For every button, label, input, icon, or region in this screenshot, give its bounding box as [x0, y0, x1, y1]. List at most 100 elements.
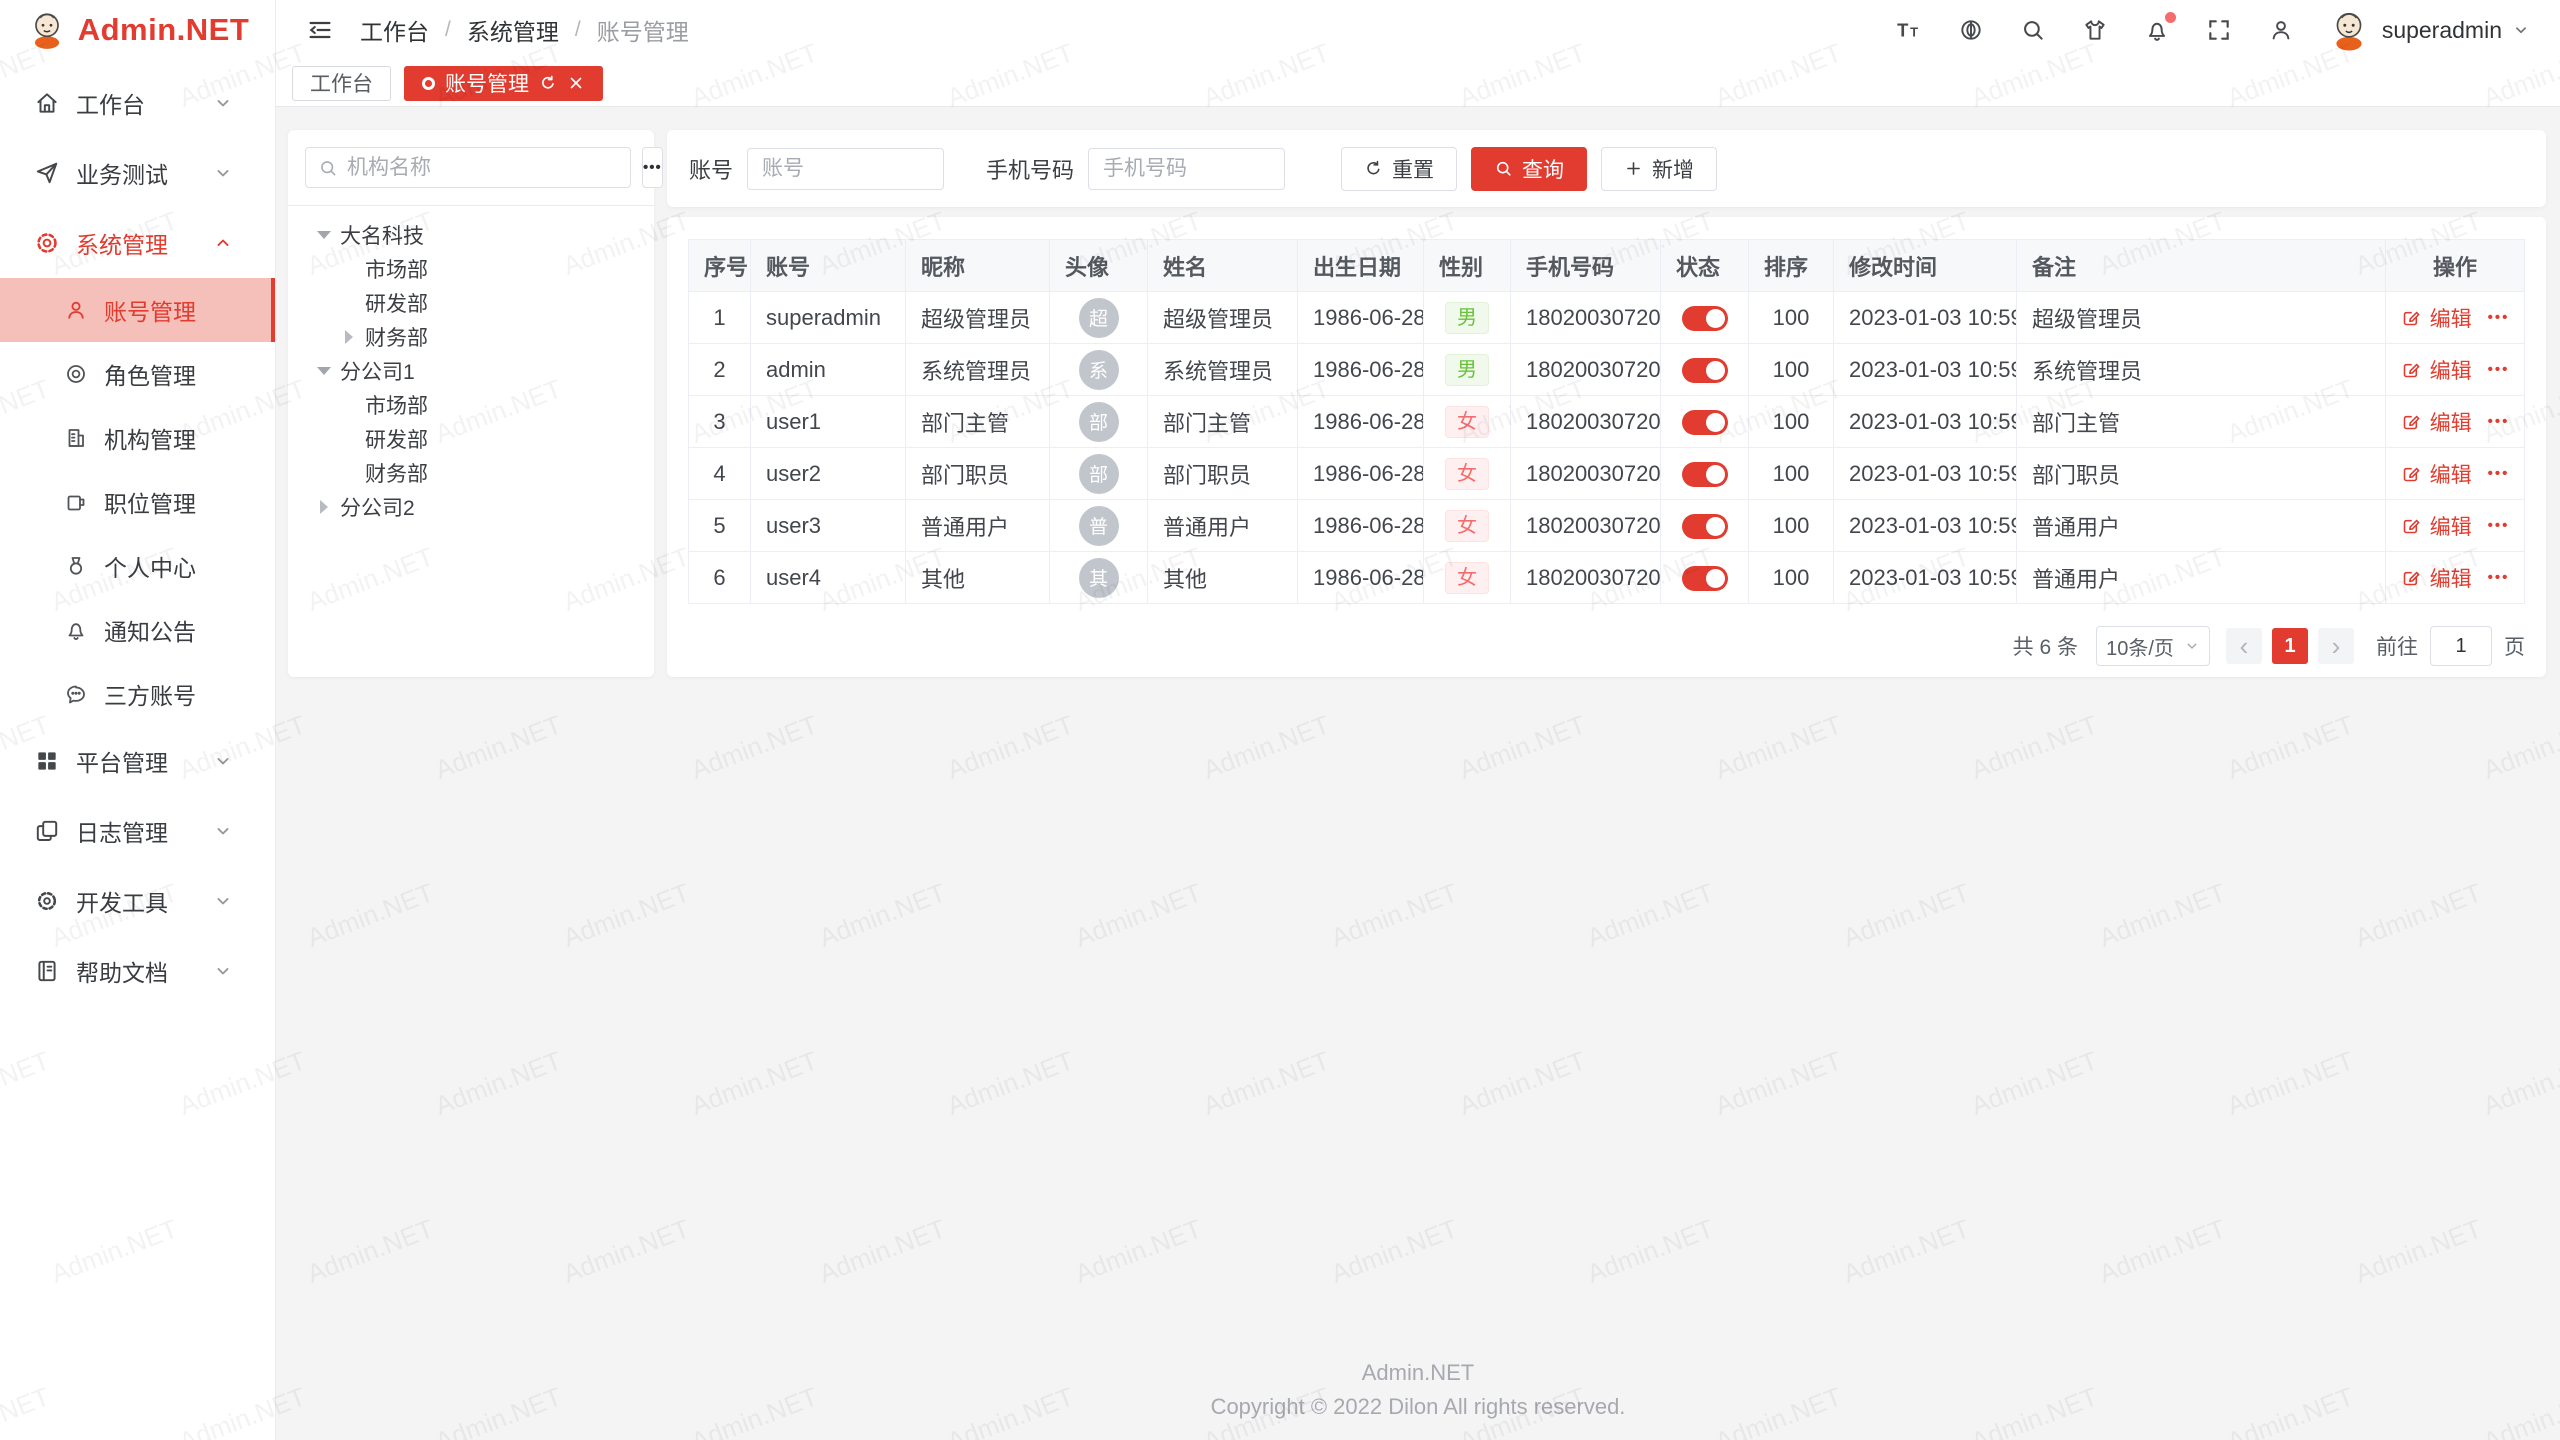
notification-bell-icon[interactable]	[2144, 17, 2170, 43]
status-toggle[interactable]	[1682, 410, 1728, 435]
sidebar-subitem-position-management[interactable]: 职位管理	[0, 470, 275, 534]
tab-account[interactable]: 账号管理	[404, 66, 603, 101]
svg-text:T: T	[1897, 20, 1909, 41]
status-toggle[interactable]	[1682, 462, 1728, 487]
tab-label: 工作台	[310, 68, 373, 98]
edit-icon[interactable]	[2401, 567, 2422, 588]
cell-avatar: 系	[1050, 344, 1148, 396]
sidebar-item-log-management[interactable]: 日志管理	[0, 796, 275, 866]
phone-input[interactable]	[1088, 148, 1285, 190]
user-icon	[64, 298, 88, 322]
edit-button[interactable]: 编辑	[2430, 303, 2472, 333]
org-tree: 大名科技市场部研发部财务部分公司1市场部研发部财务部分公司2	[305, 218, 637, 524]
gender-badge: 男	[1445, 302, 1489, 334]
more-actions-button[interactable]: •••	[2488, 413, 2510, 430]
org-search-box	[305, 147, 631, 188]
sidebar-subitem-notice[interactable]: 通知公告	[0, 598, 275, 662]
sidebar-subitem-account-management[interactable]: 账号管理	[0, 278, 275, 342]
fullscreen-icon[interactable]	[2206, 17, 2232, 43]
next-page-button[interactable]: ›	[2318, 628, 2354, 664]
status-toggle[interactable]	[1682, 358, 1728, 383]
cell-no: 6	[689, 552, 751, 604]
collapse-sidebar-icon[interactable]	[306, 16, 334, 44]
caret-expanded-icon[interactable]	[317, 364, 331, 378]
close-icon[interactable]	[567, 74, 585, 92]
edit-button[interactable]: 编辑	[2430, 407, 2472, 437]
tree-node-6[interactable]: 研发部	[305, 422, 637, 456]
reset-button[interactable]: 重置	[1341, 147, 1457, 191]
tree-node-4[interactable]: 分公司1	[305, 354, 637, 388]
cell-remark: 系统管理员	[2017, 344, 2386, 396]
sidebar-item-dev-tools[interactable]: 开发工具	[0, 866, 275, 936]
edit-icon[interactable]	[2401, 515, 2422, 536]
edit-icon[interactable]	[2401, 307, 2422, 328]
caret-collapsed-icon[interactable]	[317, 500, 331, 514]
prev-page-button[interactable]: ‹	[2226, 628, 2262, 664]
breadcrumb-item-system[interactable]: 系统管理	[467, 13, 559, 47]
more-actions-button[interactable]: •••	[2488, 569, 2510, 586]
sidebar-item-workbench[interactable]: 工作台	[0, 68, 275, 138]
sidebar-item-business-test[interactable]: 业务测试	[0, 138, 275, 208]
status-toggle[interactable]	[1682, 306, 1728, 331]
caret-collapsed-icon[interactable]	[342, 330, 356, 344]
search-icon[interactable]	[2020, 17, 2046, 43]
tree-node-2[interactable]: 研发部	[305, 286, 637, 320]
breadcrumb-item-workbench[interactable]: 工作台	[360, 13, 429, 47]
caret-expanded-icon[interactable]	[317, 228, 331, 242]
table-row-5: 5user3普通用户普普通用户1986-06-28女18020030720100…	[689, 500, 2525, 552]
page-number-1[interactable]: 1	[2272, 628, 2308, 664]
table-row-1: 1superadmin超级管理员超超级管理员1986-06-28男1802003…	[689, 292, 2525, 344]
page-size-select[interactable]: 10条/页	[2096, 626, 2210, 666]
sidebar-subitem-org-management[interactable]: 机构管理	[0, 406, 275, 470]
theme-shirt-icon[interactable]	[2082, 17, 2108, 43]
edit-icon[interactable]	[2401, 411, 2422, 432]
profile-person-icon[interactable]	[2268, 17, 2294, 43]
tree-node-1[interactable]: 市场部	[305, 252, 637, 286]
font-size-icon[interactable]: TT	[1896, 17, 1922, 43]
cell-gender: 女	[1424, 396, 1511, 448]
tree-node-8[interactable]: 分公司2	[305, 490, 637, 524]
more-actions-button[interactable]: •••	[2488, 361, 2510, 378]
edit-button[interactable]: 编辑	[2430, 459, 2472, 489]
more-actions-button[interactable]: •••	[2488, 309, 2510, 326]
cell-modified-time: 2023-01-03 10:59:44	[1834, 448, 2017, 500]
toggle-knob	[1706, 517, 1725, 536]
edit-button[interactable]: 编辑	[2430, 355, 2472, 385]
edit-icon[interactable]	[2401, 359, 2422, 380]
position-icon	[64, 490, 88, 514]
goto-page-input[interactable]	[2430, 626, 2492, 666]
tab-workbench[interactable]: 工作台	[292, 66, 391, 101]
column-header-2: 昵称	[906, 240, 1050, 292]
refresh-icon[interactable]	[539, 74, 557, 92]
tree-node-3[interactable]: 财务部	[305, 320, 637, 354]
tree-node-5[interactable]: 市场部	[305, 388, 637, 422]
add-button[interactable]: 新增	[1601, 147, 1717, 191]
status-toggle[interactable]	[1682, 514, 1728, 539]
column-header-12: 操作	[2386, 240, 2525, 292]
caret-placeholder	[342, 262, 356, 276]
user-menu[interactable]: superadmin	[2328, 9, 2530, 51]
more-actions-button[interactable]: •••	[2488, 465, 2510, 482]
sidebar-subitem-role-management[interactable]: 角色管理	[0, 342, 275, 406]
more-actions-button[interactable]: •••	[2488, 517, 2510, 534]
sidebar-item-system-management[interactable]: 系统管理	[0, 208, 275, 278]
tree-node-0[interactable]: 大名科技	[305, 218, 637, 252]
edit-icon[interactable]	[2401, 463, 2422, 484]
cell-modified-time: 2023-01-03 10:59:44	[1834, 552, 2017, 604]
query-button[interactable]: 查询	[1471, 147, 1587, 191]
sidebar-subitem-personal-center[interactable]: 个人中心	[0, 534, 275, 598]
tree-node-7[interactable]: 财务部	[305, 456, 637, 490]
chevron-down-icon	[213, 961, 233, 981]
sidebar-item-platform-management[interactable]: 平台管理	[0, 726, 275, 796]
sidebar-subitem-third-party-account[interactable]: 三方账号	[0, 662, 275, 726]
status-toggle[interactable]	[1682, 566, 1728, 591]
account-input[interactable]	[747, 148, 944, 190]
sidebar-item-help-docs[interactable]: 帮助文档	[0, 936, 275, 1006]
refresh-icon	[1364, 159, 1383, 178]
edit-button[interactable]: 编辑	[2430, 511, 2472, 541]
language-icon[interactable]	[1958, 17, 1984, 43]
edit-button[interactable]: 编辑	[2430, 563, 2472, 593]
org-search-input[interactable]	[347, 156, 618, 180]
tree-more-button[interactable]: •••	[642, 147, 663, 188]
cell-name: 部门职员	[1148, 448, 1298, 500]
